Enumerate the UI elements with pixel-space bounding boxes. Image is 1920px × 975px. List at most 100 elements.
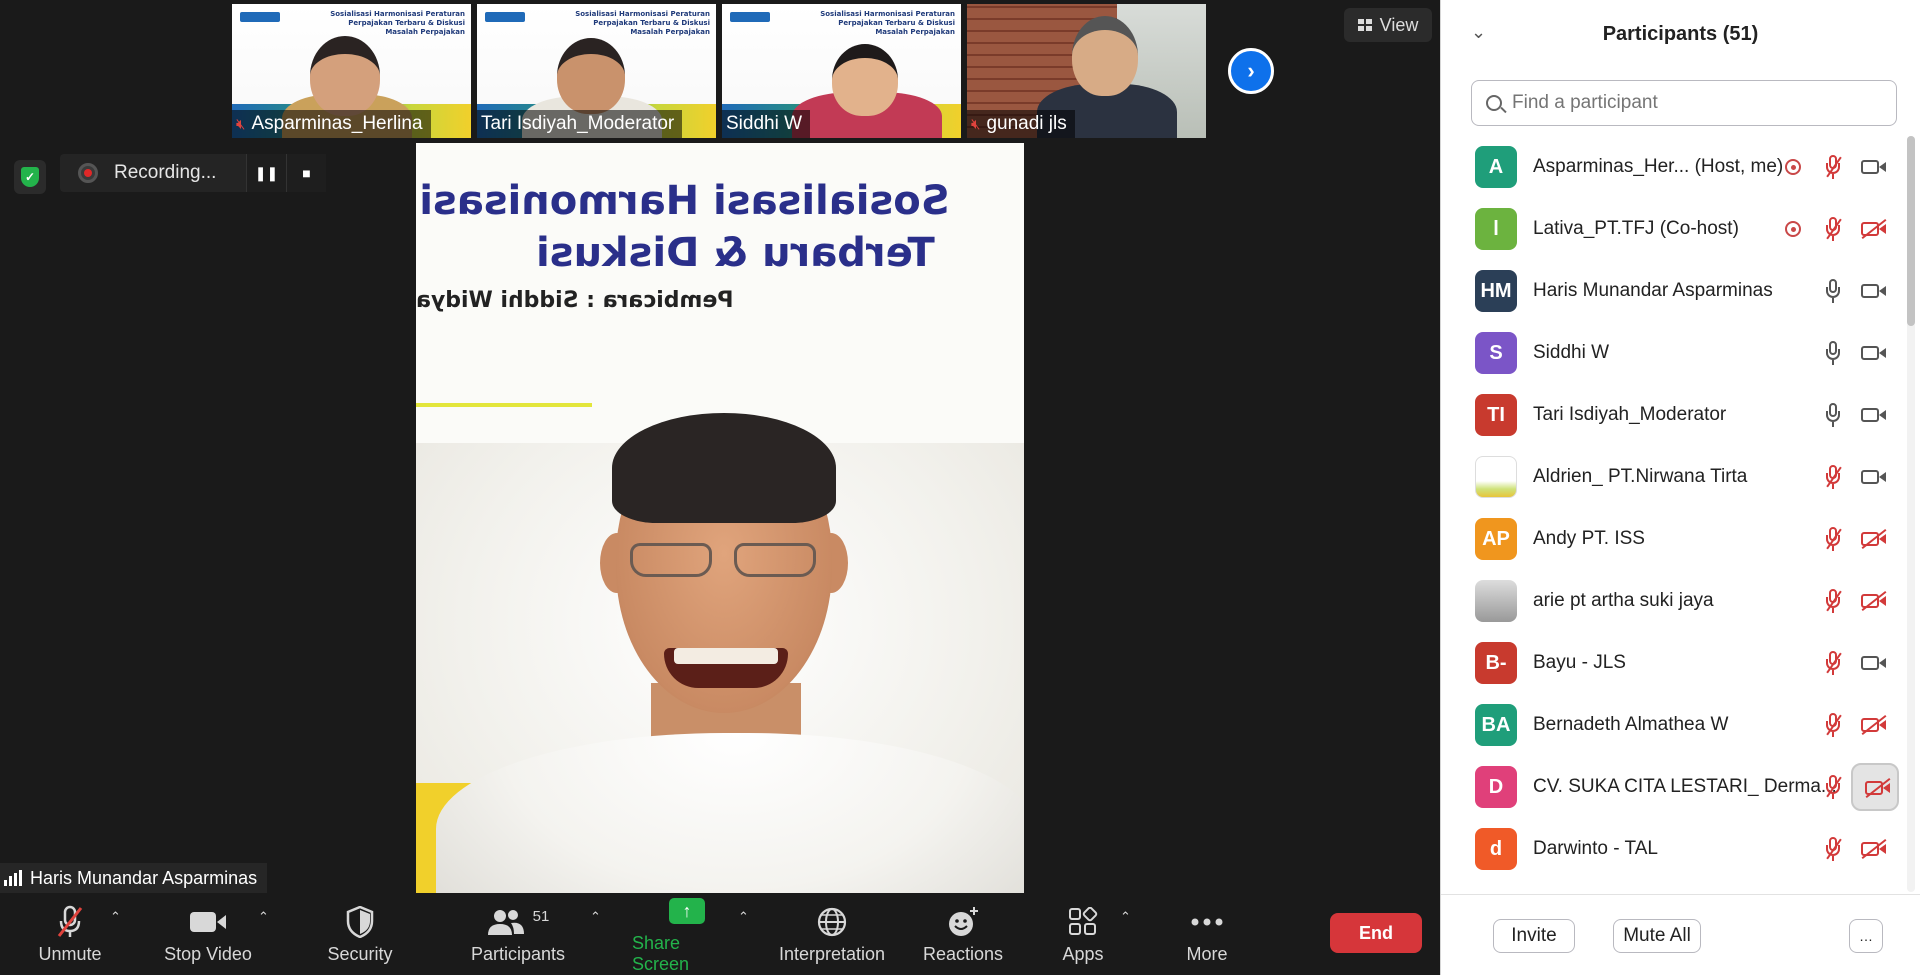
participant-row[interactable]: arie pt artha suki jaya [1441,570,1901,632]
end-meeting-button[interactable]: End [1330,913,1422,953]
meeting-area: Sosialisasi Harmonisasi Peraturan Perpaj… [0,0,1440,975]
video-off-icon[interactable] [1861,716,1887,734]
security-button[interactable]: Security [320,893,400,975]
slide-logo [485,12,525,22]
participant-name: Bayu - JLS [1533,652,1626,673]
participant-row[interactable]: HM Haris Munandar Asparminas [1441,260,1901,322]
participant-name: Siddhi W [1533,342,1610,363]
participant-name: Tari Isdiyah_Moderator [1533,404,1727,425]
participant-row[interactable]: l Lativa_PT.TFJ (Co-host) [1441,198,1901,260]
apps-options-caret-icon[interactable]: ⌃ [1120,909,1131,925]
video-off-icon[interactable] [1861,530,1887,548]
mic-muted-icon[interactable] [1825,651,1841,675]
video-camera-icon[interactable] [1861,282,1887,300]
avatar: D [1475,766,1517,808]
participant-name: Haris Munandar Asparminas [1533,280,1773,301]
video-thumbnail[interactable]: Sosialisasi Harmonisasi Peraturan Perpaj… [477,4,716,138]
slide-logo [240,12,280,22]
video-off-icon[interactable] [1861,840,1887,858]
share-options-caret-icon[interactable]: ⌃ [738,909,749,925]
video-thumbnail[interactable]: Sosialisasi Harmonisasi Peraturan Perpaj… [722,4,961,138]
mic-muted-icon[interactable] [1825,713,1841,737]
active-speaker-name-tag: Haris Munandar Asparminas [0,863,268,893]
mic-muted-icon[interactable] [1825,775,1841,799]
video-off-icon[interactable] [1851,763,1899,811]
participant-name: Darwinto - TAL [1533,838,1658,859]
participants-options-caret-icon[interactable]: ⌃ [590,909,601,925]
participant-name: Aldrien_ PT.Nirwana Tirta [1533,466,1748,487]
participant-row[interactable]: D CV. SUKA CITA LESTARI_ Derma... [1441,756,1901,818]
recording-label: Recording... [114,162,217,183]
video-camera-icon[interactable] [1861,654,1887,672]
reactions-button[interactable]: Reactions [918,893,1008,975]
participant-name-tag: 🔇︎ Asparminas_Herlina [232,110,431,138]
avatar: d [1475,828,1517,870]
unmute-button[interactable]: Unmute [30,893,110,975]
avatar [1475,580,1517,622]
video-camera-icon[interactable] [1861,344,1887,362]
participant-row[interactable]: TI Tari Isdiyah_Moderator [1441,384,1901,446]
next-page-arrow-icon[interactable]: › [1228,48,1274,94]
slide-title: Sosialisasi Harmonisasi Peraturan Perpaj… [575,10,710,36]
recording-indicator-icon [1785,221,1801,237]
audio-options-caret-icon[interactable]: ⌃ [110,909,121,925]
mic-muted-icon[interactable] [1825,155,1841,179]
participants-count: 51 [532,908,550,925]
search-input[interactable] [1512,92,1872,114]
participants-button[interactable]: 51 Participants [466,893,570,975]
participant-name: gunadi jls [986,113,1067,134]
participant-row[interactable]: Aldrien_ PT.Nirwana Tirta [1441,446,1901,508]
participant-list-scrollbar[interactable] [1907,136,1915,892]
participant-row[interactable]: AP Andy PT. ISS [1441,508,1901,570]
encryption-shield-icon[interactable]: ✓ [14,160,46,194]
participant-row[interactable]: d Darwinto - TAL [1441,818,1901,880]
view-button[interactable]: View [1344,8,1432,42]
participant-row[interactable]: S Siddhi W [1441,322,1901,384]
panel-footer: Invite Mute All … [1441,894,1920,975]
mic-muted-icon: 🔇︎ [236,115,246,133]
avatar: S [1475,332,1517,374]
participant-name-tag: Siddhi W [722,110,811,138]
video-thumbnail[interactable]: 🔇︎ gunadi jls [967,4,1206,138]
avatar: TI [1475,394,1517,436]
avatar: HM [1475,270,1517,312]
recording-indicator-icon [1785,159,1801,175]
panel-title: Participants (51) [1602,22,1759,45]
more-options-button[interactable]: … [1849,919,1883,953]
participant-row[interactable]: A Asparminas_Her... (Host, me) [1441,136,1901,198]
share-screen-button[interactable]: ↑ Share Screen [632,893,742,975]
video-options-caret-icon[interactable]: ⌃ [258,909,269,925]
participant-row[interactable]: BA Bernadeth Almathea W [1441,694,1901,756]
video-camera-icon[interactable] [1861,406,1887,424]
apps-button[interactable]: Apps [1048,893,1118,975]
stop-video-button[interactable]: Stop Video [160,893,256,975]
pause-recording-button[interactable]: ❚❚ [246,154,286,192]
participant-row[interactable]: B- Bayu - JLS [1441,632,1901,694]
connection-signal-icon [4,870,22,886]
mic-icon[interactable] [1825,403,1841,427]
mic-muted-icon[interactable] [1825,465,1841,489]
mic-muted-icon[interactable] [1825,837,1841,861]
stop-recording-button[interactable]: ■ [286,154,326,192]
mic-muted-icon[interactable] [1825,589,1841,613]
video-thumbnail[interactable]: Sosialisasi Harmonisasi Peraturan Perpaj… [232,4,471,138]
recording-bar: Recording... ❚❚ ■ [60,154,326,192]
mic-icon[interactable] [1825,279,1841,303]
video-off-icon[interactable] [1861,220,1887,238]
video-off-icon[interactable] [1861,592,1887,610]
mic-muted-icon[interactable] [1825,217,1841,241]
interpretation-button[interactable]: Interpretation [772,893,892,975]
mic-icon[interactable] [1825,341,1841,365]
video-camera-icon[interactable] [1861,468,1887,486]
avatar: AP [1475,518,1517,560]
glasses [630,543,820,579]
pause-icon: ❚❚ [254,164,279,181]
more-button[interactable]: More [1172,893,1242,975]
chevron-down-icon[interactable]: ⌄ [1471,22,1486,43]
invite-button[interactable]: Invite [1493,919,1575,953]
mute-all-button[interactable]: Mute All [1613,919,1701,953]
participant-search[interactable] [1471,80,1897,126]
video-camera-icon[interactable] [1861,158,1887,176]
mic-muted-icon[interactable] [1825,527,1841,551]
avatar: BA [1475,704,1517,746]
